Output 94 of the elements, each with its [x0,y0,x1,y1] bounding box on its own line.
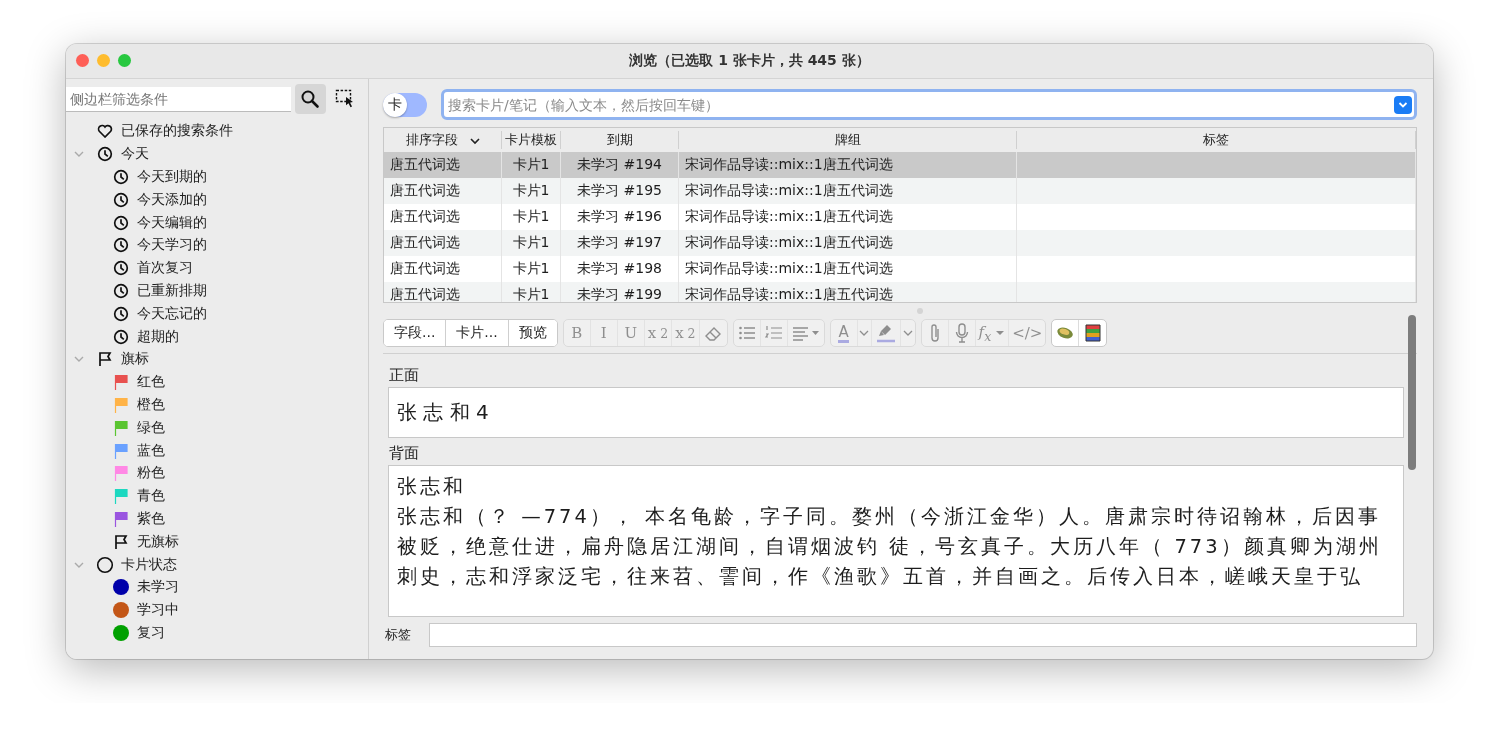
sidebar-item[interactable]: 旗标 [121,350,149,369]
sidebar-item[interactable]: 学习中 [137,601,179,620]
sidebar-item[interactable]: 复习 [137,623,165,642]
table-row[interactable]: 唐五代词选 卡片1 未学习 #199 宋词作品导读::mix::1唐五代词选 [384,282,1416,302]
column-header[interactable]: 标签 [1017,131,1416,149]
sidebar-item[interactable]: 今天添加的 [137,190,207,209]
table-row[interactable]: 唐五代词选 卡片1 未学习 #195 宋词作品导读::mix::1唐五代词选 [384,178,1416,204]
table-cell: 唐五代词选 [390,182,460,200]
table-cell: 唐五代词选 [390,234,460,252]
search-field[interactable]: 搜索卡片/笔记（输入文本，然后按回车键） [441,89,1417,120]
table-cell: 卡片1 [512,156,550,174]
field-label: 背面 [389,444,420,463]
sidebar-item[interactable]: 红色 [137,373,165,392]
sidebar-item[interactable]: 绿色 [137,418,165,437]
table-cell: 宋词作品导读::mix::1唐五代词选 [685,156,893,174]
search-icon [300,89,321,109]
clock-icon [113,282,129,299]
sidebar-filter-field[interactable]: 侧边栏筛选条件 [66,86,292,112]
column-header[interactable]: 卡片模板 [502,131,561,149]
chevron-down-icon [1398,101,1408,109]
sidebar-item[interactable]: 今天学习的 [137,236,207,255]
sidebar-item[interactable]: 今天忘记的 [137,304,207,323]
sidebar-item[interactable]: 紫色 [137,509,165,528]
clock-icon [113,305,129,322]
table-cell: 宋词作品导读::mix::1唐五代词选 [685,234,893,252]
clock-icon [113,237,129,254]
sidebar-item[interactable]: 蓝色 [137,441,165,460]
window-title: 浏览（已选取 1 张卡片，共 445 张） [629,52,870,70]
field-label: 正面 [389,366,420,385]
caret-icon [995,328,1006,338]
splitter-handle[interactable] [917,308,923,314]
sidebar-item[interactable]: 首次复习 [137,259,193,278]
sidebar-item[interactable]: 今天 [121,145,149,164]
table-cell: 宋词作品导读::mix::1唐五代词选 [685,286,893,302]
table-cell: 未学习 #199 [577,286,662,302]
table-cell: 未学习 #196 [577,208,662,226]
selection-cursor-icon [334,89,355,109]
column-header[interactable]: 牌组 [679,131,1017,149]
sidebar-item[interactable]: 橙色 [137,395,165,414]
flag-icon [97,351,113,368]
column-header[interactable]: 排序字段 [384,131,502,149]
sidebar-item[interactable]: 卡片状态 [121,555,177,574]
zoom-button[interactable] [118,54,131,67]
table-cell: 卡片1 [512,286,550,302]
table-cell: 未学习 #197 [577,234,662,252]
microphone-icon [953,322,970,344]
table-row[interactable]: 唐五代词选 卡片1 未学习 #197 宋词作品导读::mix::1唐五代词选 [384,230,1416,256]
table-cell: 未学习 #198 [577,260,662,278]
field-editor[interactable]: 张志和 张志和（？ —774）， 本名龟龄，字子同。婺州（今浙江金华）人。唐肃宗时待诏翰林，后因事被贬，绝意仕进，扁舟隐居江湖间，自谓烟波钓 徒，号玄真子。大历八年（ 773）颜真卿为湖州刺史，志和浮家泛宅，往来苕、霅间，作《渔歌》五首，并自画之。后传入日本，嵯峨天皇于弘 [388,465,1404,617]
table-cell: 宋词作品导读::mix::1唐五代词选 [685,208,893,226]
table-cell: 卡片1 [512,234,550,252]
tags-field[interactable] [429,623,1417,647]
close-button[interactable] [76,54,89,67]
table-cell: 宋词作品导读::mix::1唐五代词选 [685,182,893,200]
tags-label: 标签 [385,626,411,644]
mode-switch[interactable]: 卡 [383,92,427,117]
sidebar-item[interactable]: 未学习 [137,578,179,597]
table-cell: 唐五代词选 [390,260,460,278]
highlighter-icon [874,322,897,344]
clock-icon [113,214,129,231]
column-header[interactable]: 到期 [561,131,679,149]
table-cell: 未学习 #195 [577,182,662,200]
editor-button[interactable]: 字段... [384,320,447,346]
table-cell: 唐五代词选 [390,156,460,174]
table-cell: 未学习 #194 [577,156,662,174]
clock-icon [97,146,113,163]
clock-icon [113,191,129,208]
sidebar-item[interactable]: 无旗标 [137,532,179,551]
minimize-button[interactable] [97,54,110,67]
table-cell: 宋词作品导读::mix::1唐五代词选 [685,260,893,278]
table-cell: 卡片1 [512,260,550,278]
field-editor[interactable]: 张 志 和 4 [388,387,1404,438]
sidebar-item[interactable]: 已重新排期 [137,281,207,300]
circle-icon [96,555,114,574]
sidebar-item[interactable]: 已保存的搜索条件 [121,122,233,141]
table-cell: 卡片1 [512,208,550,226]
search-history-button[interactable] [1394,96,1412,114]
sidebar-item[interactable]: 今天到期的 [137,168,207,186]
table-cell: 唐五代词选 [390,286,460,302]
table-row[interactable]: 唐五代词选 卡片1 未学习 #194 宋词作品导读::mix::1唐五代词选 [384,152,1416,178]
heart-icon [97,123,113,140]
sidebar-item[interactable]: 青色 [137,487,165,506]
book-stack-icon [1083,323,1102,343]
clock-icon [113,169,129,185]
table-cell: 卡片1 [512,182,550,200]
scrollbar[interactable] [1408,315,1416,470]
flag-icon [113,533,129,550]
search-button[interactable] [295,84,326,114]
sidebar-item[interactable]: 超期的 [137,327,179,346]
sidebar-item[interactable]: 粉色 [137,464,165,483]
sidebar-item[interactable]: 今天编辑的 [137,213,207,232]
clock-icon [113,260,129,277]
clock-icon [113,328,129,345]
table-cell: 唐五代词选 [390,208,460,226]
